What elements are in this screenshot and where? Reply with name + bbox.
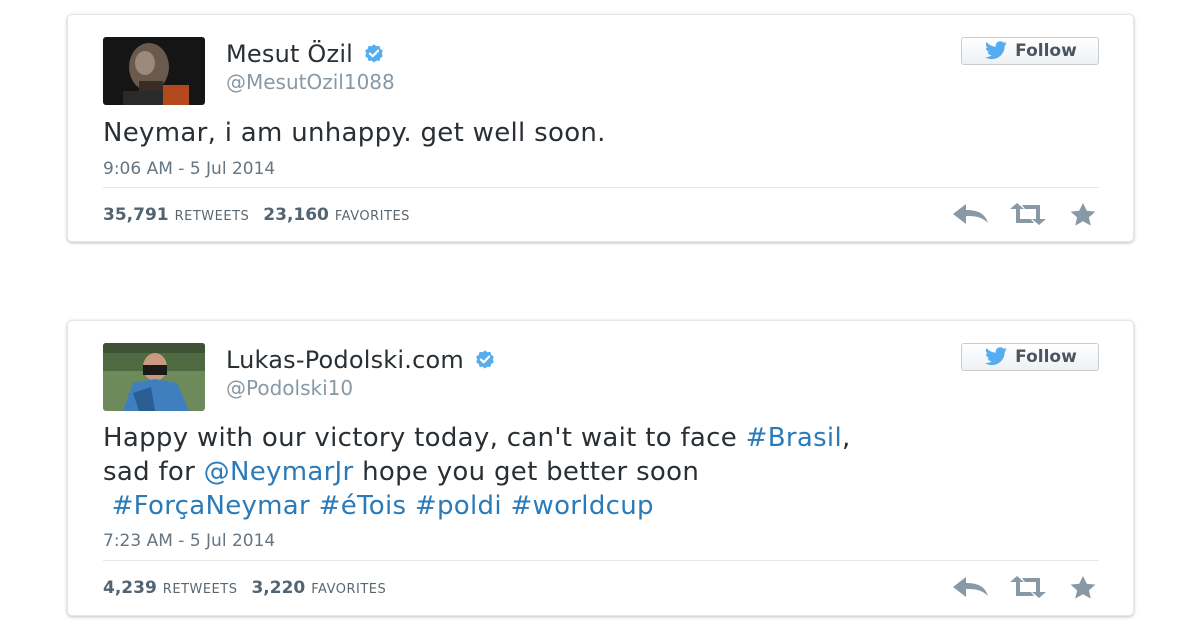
retweet-count[interactable]: 4,239 <box>103 578 157 598</box>
tweet-text-line: sad for @NeymarJr hope you get better so… <box>103 455 851 489</box>
reply-icon[interactable] <box>951 202 989 226</box>
hashtag-link[interactable]: #Brasil <box>746 423 842 453</box>
display-name[interactable]: Mesut Özil <box>226 40 353 68</box>
timestamp[interactable]: 9:06 AM - 5 Jul 2014 <box>103 159 275 179</box>
tweet-text-line: Happy with our victory today, can't wait… <box>103 421 851 455</box>
display-name[interactable]: Lukas-Podolski.com <box>226 346 464 374</box>
text-segment: Happy with our victory today, can't wait… <box>103 423 746 453</box>
hashtag-link[interactable]: #worldcup <box>510 491 653 521</box>
follow-label: Follow <box>1015 41 1077 61</box>
favorite-label[interactable]: FAVORITES <box>311 582 386 597</box>
tweet-actions <box>951 202 1099 226</box>
tweet-text: Neymar, i am unhappy. get well soon. <box>103 118 606 148</box>
retweet-icon[interactable] <box>1009 575 1047 599</box>
favorite-count[interactable]: 23,160 <box>263 205 329 225</box>
tweet-stats: 4,239 RETWEETS 3,220 FAVORITES <box>103 578 394 598</box>
text-segment: hope you get better soon <box>353 457 700 487</box>
retweet-count[interactable]: 35,791 <box>103 205 169 225</box>
verified-badge-icon <box>365 44 383 63</box>
follow-button[interactable]: Follow <box>961 343 1099 371</box>
retweet-icon[interactable] <box>1009 202 1047 226</box>
avatar[interactable] <box>103 37 205 105</box>
hashtag-link[interactable]: #éTois <box>319 491 407 521</box>
retweet-label[interactable]: RETWEETS <box>163 582 238 597</box>
divider <box>103 187 1099 188</box>
avatar[interactable] <box>103 343 205 411</box>
tweet-text: Happy with our victory today, can't wait… <box>103 421 851 523</box>
tweet-actions <box>951 575 1099 599</box>
favorite-label[interactable]: FAVORITES <box>335 209 410 224</box>
mention-link[interactable]: @NeymarJr <box>204 457 354 487</box>
follow-label: Follow <box>1015 347 1077 367</box>
tweet-card: Lukas-Podolski.com @Podolski10 Follow Ha… <box>67 320 1134 616</box>
twitter-bird-icon <box>985 347 1008 366</box>
divider <box>103 560 1099 561</box>
hashtag-link[interactable]: #poldi <box>415 491 502 521</box>
favorite-icon[interactable] <box>1067 575 1099 599</box>
follow-button[interactable]: Follow <box>961 37 1099 65</box>
retweet-label[interactable]: RETWEETS <box>175 209 250 224</box>
handle[interactable]: @Podolski10 <box>226 376 353 400</box>
text-segment: , <box>841 423 851 453</box>
favorite-count[interactable]: 3,220 <box>251 578 305 598</box>
tweet-text-line: #ForçaNeymar #éTois #poldi #worldcup <box>103 489 851 523</box>
tweet-card: Mesut Özil @MesutOzil1088 Follow Neymar,… <box>67 14 1134 242</box>
verified-badge-icon <box>476 350 494 369</box>
timestamp[interactable]: 7:23 AM - 5 Jul 2014 <box>103 531 275 551</box>
handle[interactable]: @MesutOzil1088 <box>226 70 395 94</box>
text-segment: sad for <box>103 457 204 487</box>
twitter-bird-icon <box>985 41 1008 60</box>
tweet-stats: 35,791 RETWEETS 23,160 FAVORITES <box>103 205 418 225</box>
hashtag-link[interactable]: #ForçaNeymar <box>112 491 310 521</box>
favorite-icon[interactable] <box>1067 202 1099 226</box>
reply-icon[interactable] <box>951 575 989 599</box>
